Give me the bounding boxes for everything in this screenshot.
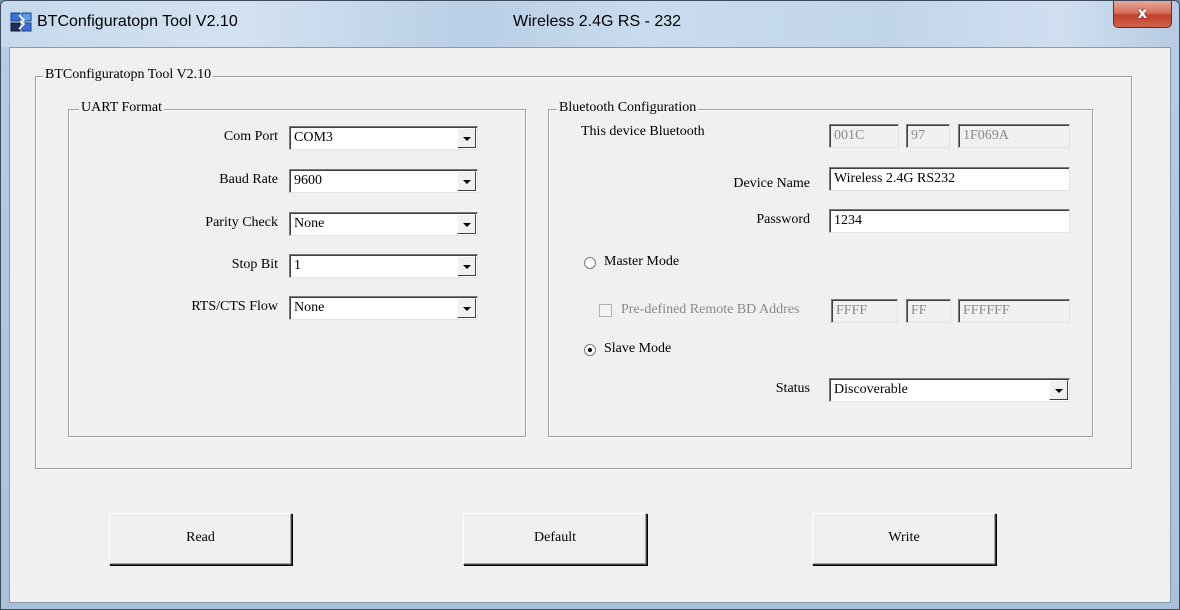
stop-bit-label: Stop Bit: [231, 257, 278, 272]
chevron-down-icon[interactable]: [1049, 380, 1068, 400]
app-window: BTConfiguratopn Tool V2.10 Wireless 2.4G…: [0, 0, 1180, 610]
window-subtitle: Wireless 2.4G RS - 232: [513, 13, 682, 30]
device-name-input[interactable]: Wireless 2.4G RS232: [829, 167, 1070, 191]
chevron-down-icon[interactable]: [457, 128, 476, 148]
stop-bit-value: 1: [294, 258, 301, 273]
chevron-down-icon[interactable]: [457, 214, 476, 234]
stop-bit-select[interactable]: 1: [289, 254, 478, 278]
read-button[interactable]: Read: [109, 513, 292, 565]
client-area: BTConfiguratopn Tool V2.10 UART Format C…: [9, 47, 1171, 603]
remote-addr-1-value: FFFF: [836, 303, 868, 318]
device-bt-addr-3-value: 1F069A: [963, 128, 1009, 143]
chevron-down-icon[interactable]: [457, 256, 476, 276]
com-port-label: Com Port: [223, 129, 278, 144]
remote-addr-3-value: FFFFFF: [963, 303, 1010, 318]
com-port-value: COM3: [294, 130, 333, 145]
uart-group-title: UART Format: [79, 100, 164, 116]
read-button-label: Read: [186, 530, 215, 545]
status-value: Discoverable: [834, 382, 908, 397]
baud-rate-value: 9600: [294, 173, 322, 188]
master-mode-radio[interactable]: [584, 257, 596, 269]
com-port-select[interactable]: COM3: [289, 126, 478, 150]
baud-rate-select[interactable]: 9600: [289, 169, 478, 193]
device-bluetooth-label: This device Bluetooth: [581, 124, 705, 139]
close-icon: x: [1137, 4, 1148, 22]
password-input[interactable]: 1234: [829, 209, 1070, 233]
predefined-remote-label: Pre-defined Remote BD Addres: [621, 302, 800, 317]
predefined-remote-checkbox: [599, 304, 612, 317]
window-title: BTConfiguratopn Tool V2.10: [37, 13, 238, 30]
rts-cts-flow-select[interactable]: None: [289, 296, 478, 320]
device-name-label: Device Name: [733, 176, 810, 191]
default-button-label: Default: [534, 530, 576, 545]
parity-check-label: Parity Check: [205, 215, 278, 230]
status-label: Status: [775, 381, 810, 396]
remote-addr-2-value: FF: [911, 303, 927, 318]
password-label: Password: [756, 212, 810, 227]
bluetooth-app-icon: [10, 12, 32, 32]
chevron-down-icon[interactable]: [457, 171, 476, 191]
chevron-down-icon[interactable]: [457, 298, 476, 318]
device-name-value: Wireless 2.4G RS232: [834, 171, 956, 186]
main-group-title: BTConfiguratopn Tool V2.10: [43, 67, 214, 83]
slave-mode-radio[interactable]: [584, 344, 596, 356]
baud-rate-label: Baud Rate: [219, 172, 278, 187]
title-bar[interactable]: BTConfiguratopn Tool V2.10 Wireless 2.4G…: [1, 1, 1179, 47]
remote-addr-2: FF: [906, 299, 951, 323]
slave-mode-label[interactable]: Slave Mode: [604, 341, 671, 357]
default-button[interactable]: Default: [463, 513, 647, 565]
close-button[interactable]: x: [1113, 1, 1172, 28]
write-button[interactable]: Write: [812, 513, 996, 565]
device-bt-addr-2-value: 97: [911, 128, 925, 143]
remote-addr-3: FFFFFF: [958, 299, 1070, 323]
parity-check-select[interactable]: None: [289, 212, 478, 236]
rts-cts-flow-label: RTS/CTS Flow: [191, 299, 278, 314]
device-bt-addr-1: 001C: [829, 124, 899, 148]
device-bt-addr-2: 97: [906, 124, 950, 148]
device-bt-addr-3: 1F069A: [958, 124, 1070, 148]
device-bt-addr-1-value: 001C: [834, 128, 865, 143]
write-button-label: Write: [888, 530, 920, 545]
password-value: 1234: [834, 213, 862, 228]
status-select[interactable]: Discoverable: [829, 378, 1070, 402]
rts-cts-flow-value: None: [294, 300, 325, 315]
parity-check-value: None: [294, 216, 325, 231]
master-mode-label[interactable]: Master Mode: [604, 254, 679, 270]
remote-addr-1: FFFF: [831, 299, 898, 323]
bluetooth-group-title: Bluetooth Configuration: [557, 100, 699, 116]
